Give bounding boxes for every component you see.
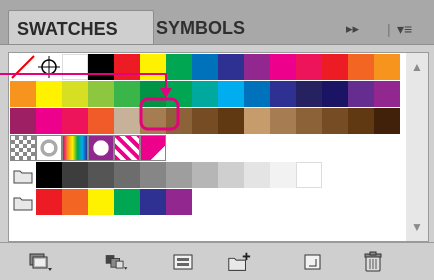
annotation-callout [0,73,180,131]
callout-arrow-line [0,73,167,92]
color-swatch[interactable] [114,162,140,188]
color-swatch[interactable] [270,162,296,188]
new-folder-icon [228,252,251,271]
color-swatch[interactable] [218,108,244,134]
color-swatch[interactable] [140,162,166,188]
panel-menu-icon[interactable]: ▾≡ [397,22,412,36]
show-swatch-kinds-button[interactable] [104,251,130,273]
tab-swatches[interactable]: SWATCHES [8,10,154,44]
color-swatch[interactable] [218,81,244,107]
color-swatch[interactable] [62,189,88,215]
swatches-panel: SWATCHES SYMBOLS ▸▸ | ▾≡ ▲ ▼ [0,0,434,280]
panel-tab-bar: SWATCHES SYMBOLS ▸▸ | ▾≡ [0,0,434,45]
scroll-down-arrow-icon[interactable]: ▼ [406,217,428,237]
scroll-up-arrow-icon[interactable]: ▲ [406,57,428,77]
color-swatch[interactable] [348,81,374,107]
color-swatch[interactable] [296,54,322,80]
color-swatch[interactable] [166,189,192,215]
color-swatch[interactable] [296,162,322,188]
new-color-group-button[interactable] [226,251,252,273]
color-swatch[interactable] [296,108,322,134]
color-swatch[interactable] [374,81,400,107]
color-swatch[interactable] [114,189,140,215]
swatch-options-button[interactable] [170,251,196,273]
color-swatch[interactable] [244,108,270,134]
color-swatch[interactable] [322,54,348,80]
color-swatch[interactable] [166,162,192,188]
color-swatch[interactable] [270,81,296,107]
color-swatch[interactable] [374,108,400,134]
folder-icon [13,197,33,211]
color-swatch[interactable] [36,189,62,215]
new-swatch-icon [304,254,321,270]
color-swatch[interactable] [270,108,296,134]
color-swatch[interactable] [218,162,244,188]
folder-icon [13,170,33,184]
callout-highlight-ring [139,97,180,131]
color-group-folder[interactable] [10,162,36,188]
vertical-scrollbar[interactable]: ▲ ▼ [406,52,429,242]
color-swatch[interactable] [36,162,62,188]
color-swatch[interactable] [348,54,374,80]
delete-swatch-button[interactable] [360,251,386,273]
tab-symbols[interactable]: SYMBOLS [156,10,280,44]
color-swatch[interactable] [270,54,296,80]
color-swatch[interactable] [244,81,270,107]
color-swatch[interactable] [348,108,374,134]
color-swatch[interactable] [322,108,348,134]
new-swatch-button[interactable] [300,251,326,273]
swatch-options-icon [173,254,193,270]
collapse-panel-icon[interactable]: ▸▸ [346,22,359,36]
color-swatch[interactable] [192,162,218,188]
color-swatch[interactable] [88,162,114,188]
callout-arrow-head [160,88,172,98]
color-swatch[interactable] [244,162,270,188]
libraries-icon [29,253,52,271]
swatch-kinds-icon [105,255,128,270]
color-swatch[interactable] [140,189,166,215]
color-swatch[interactable] [296,81,322,107]
color-swatch[interactable] [218,54,244,80]
color-swatch[interactable] [244,54,270,80]
color-group-folder[interactable] [10,189,36,215]
trash-icon [364,251,382,272]
color-swatch[interactable] [374,54,400,80]
color-swatch[interactable] [88,189,114,215]
color-swatch[interactable] [322,81,348,107]
swatch-libraries-menu-button[interactable] [28,251,54,273]
panel-bottom-toolbar [0,242,434,280]
color-swatch[interactable] [62,162,88,188]
toolbar-divider: | [387,21,391,37]
